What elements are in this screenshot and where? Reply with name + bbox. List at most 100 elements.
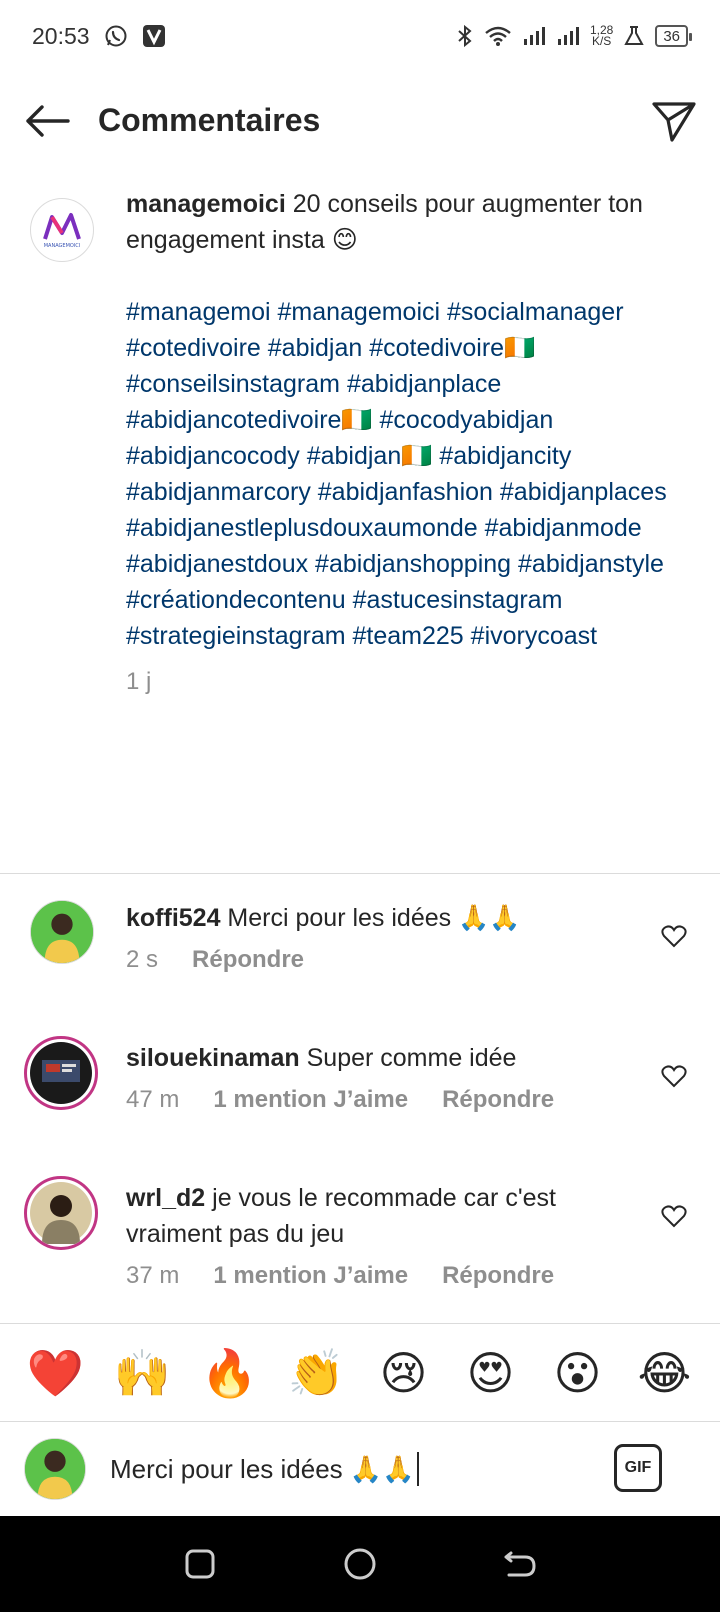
avatar[interactable] — [24, 1036, 98, 1110]
comment-username[interactable]: wrl_d2 — [126, 1184, 205, 1212]
hashtag-link[interactable]: #managemoi — [126, 298, 271, 326]
emoji-heart-button[interactable]: ❤️ — [20, 1346, 92, 1401]
caption-hashtags: #managemoi #managemoici #socialmanager #… — [126, 294, 686, 654]
back-gesture-icon — [504, 1551, 536, 1577]
hashtag-link[interactable]: #abidjan — [268, 334, 363, 362]
heart-outline-icon — [661, 1205, 687, 1228]
home-button[interactable] — [336, 1540, 384, 1588]
hashtag-link[interactable]: #abidjancocody — [126, 442, 300, 470]
hashtag-link[interactable]: #abidjancity — [439, 442, 571, 470]
comment-content: silouekinaman Super comme idée — [126, 1040, 626, 1076]
hashtag-link[interactable]: #socialmanager — [447, 298, 624, 326]
reply-button[interactable]: Répondre — [442, 1082, 554, 1118]
divider — [0, 873, 720, 874]
back-nav-button[interactable] — [496, 1540, 544, 1588]
comment-input-value: Merci pour les idées 🙏🙏 — [110, 1453, 415, 1484]
hashtag-link[interactable]: #team225 — [353, 622, 464, 650]
status-time: 20:53 — [32, 22, 90, 49]
avatar[interactable]: MANAGEMOICI — [30, 198, 94, 262]
vtrust-icon — [142, 24, 166, 48]
comment-time: 2 s — [126, 946, 159, 973]
hashtag-link[interactable]: #abidjanshopping — [315, 550, 511, 578]
gif-label: GIF — [624, 1459, 652, 1476]
like-button[interactable] — [658, 1060, 690, 1092]
hashtag-link[interactable]: #abidjanmode — [485, 514, 642, 542]
reply-button[interactable]: Répondre — [192, 942, 304, 978]
whatsapp-icon — [104, 24, 128, 48]
hashtag-link[interactable]: #conseilsinstagram — [126, 370, 340, 398]
bluetooth-icon — [456, 24, 474, 48]
comment-composer: Merci pour les idées 🙏🙏 GIF — [0, 1422, 720, 1514]
hashtag-link[interactable]: #abidjanplace — [347, 370, 501, 398]
avatar[interactable] — [30, 900, 94, 964]
flask-icon — [623, 25, 645, 47]
circle-icon — [344, 1548, 376, 1580]
comment-meta: 37 m 1 mention J’aime Répondre — [126, 1258, 626, 1294]
avatar[interactable] — [24, 1176, 98, 1250]
hashtag-link[interactable]: #cocodyabidjan — [380, 406, 554, 434]
user-photo-icon — [31, 901, 93, 963]
post-caption: MANAGEMOICI managemoici 20 conseils pour… — [0, 186, 720, 696]
hashtag-link[interactable]: #abidjanstyle — [518, 550, 664, 578]
comment-input[interactable]: Merci pour les idées 🙏🙏 — [110, 1446, 590, 1492]
likes-count-link[interactable]: 1 mention J’aime — [213, 1258, 408, 1294]
heart-outline-icon — [661, 925, 687, 948]
managemoici-logo: MANAGEMOICI — [43, 213, 81, 249]
back-arrow-icon — [26, 105, 70, 137]
comment-username[interactable]: silouekinaman — [126, 1044, 300, 1072]
divider — [0, 1323, 720, 1324]
status-right: 1,28 K/S 36 — [456, 24, 692, 48]
emoji-heart-eyes-button[interactable]: 😍 — [455, 1346, 527, 1400]
likes-count-link[interactable]: 1 mention J’aime — [213, 1082, 408, 1118]
hashtag-link[interactable]: #abidjan🇨🇮 — [307, 442, 433, 470]
hashtag-link[interactable]: #cotedivoire🇨🇮 — [369, 334, 535, 362]
hashtag-link[interactable]: #cotedivoire — [126, 334, 261, 362]
hashtag-link[interactable]: #strategieinstagram — [126, 622, 346, 650]
emoji-surprised-button[interactable]: 😮 — [542, 1346, 614, 1400]
comment-text: Super comme idée — [299, 1044, 517, 1072]
comment-time: 47 m — [126, 1086, 180, 1113]
hashtag-link[interactable]: #ivorycoast — [471, 622, 597, 650]
logo-text: MANAGEMOICI — [44, 243, 81, 249]
emoji-clap-button[interactable]: 👏 — [281, 1346, 353, 1401]
recents-button[interactable] — [176, 1540, 224, 1588]
hashtag-link[interactable]: #astucesinstagram — [353, 586, 563, 614]
emoji-raising-hands-button[interactable]: 🙌 — [107, 1346, 179, 1401]
net-speed: 1,28 K/S — [590, 24, 613, 48]
emoji-crying-button[interactable]: 😢 — [368, 1346, 440, 1400]
caption-username[interactable]: managemoici — [126, 190, 286, 218]
share-button[interactable] — [648, 96, 700, 148]
hashtag-link[interactable]: #abidjancotedivoire🇨🇮 — [126, 406, 373, 434]
emoji-laughing-button[interactable]: 😂 — [629, 1346, 701, 1400]
comment-time: 37 m — [126, 1262, 180, 1289]
comment-content: koffi524 Merci pour les idées 🙏🙏 — [126, 900, 626, 936]
hashtag-link[interactable]: #managemoici — [277, 298, 440, 326]
hashtag-link[interactable]: #créationdecontenu — [126, 586, 346, 614]
like-button[interactable] — [658, 1200, 690, 1232]
emoji-fire-button[interactable]: 🔥 — [194, 1346, 266, 1401]
wifi-icon — [484, 25, 512, 47]
square-icon — [185, 1549, 215, 1579]
comment-body: silouekinaman Super comme idée 47 m 1 me… — [126, 1040, 626, 1118]
hashtag-link[interactable]: #abidjanestleplusdouxaumonde — [126, 514, 478, 542]
net-speed-unit: K/S — [591, 34, 612, 48]
hashtag-link[interactable]: #abidjanmarcory — [126, 478, 311, 506]
comment-username[interactable]: koffi524 — [126, 904, 220, 932]
heart-outline-icon — [661, 1065, 687, 1088]
comment-meta: 2 s Répondre — [126, 942, 626, 978]
comment-content: wrl_d2 je vous le recommade car c'est vr… — [126, 1180, 626, 1252]
header: Commentaires — [0, 80, 720, 160]
send-icon — [652, 102, 696, 142]
comment-text: Merci pour les idées 🙏🙏 — [220, 904, 521, 932]
comment-meta: 47 m 1 mention J’aime Répondre — [126, 1082, 626, 1118]
hashtag-link[interactable]: #abidjanfashion — [318, 478, 493, 506]
hashtag-link[interactable]: #abidjanestdoux — [126, 550, 308, 578]
like-button[interactable] — [658, 920, 690, 952]
status-left: 20:53 — [32, 23, 166, 50]
reply-button[interactable]: Répondre — [442, 1258, 554, 1294]
battery-indicator: 36 — [655, 25, 692, 47]
signal-icon-1 — [522, 25, 546, 47]
hashtag-link[interactable]: #abidjanplaces — [500, 478, 667, 506]
gif-button[interactable]: GIF — [614, 1444, 662, 1492]
back-button[interactable] — [22, 96, 72, 146]
